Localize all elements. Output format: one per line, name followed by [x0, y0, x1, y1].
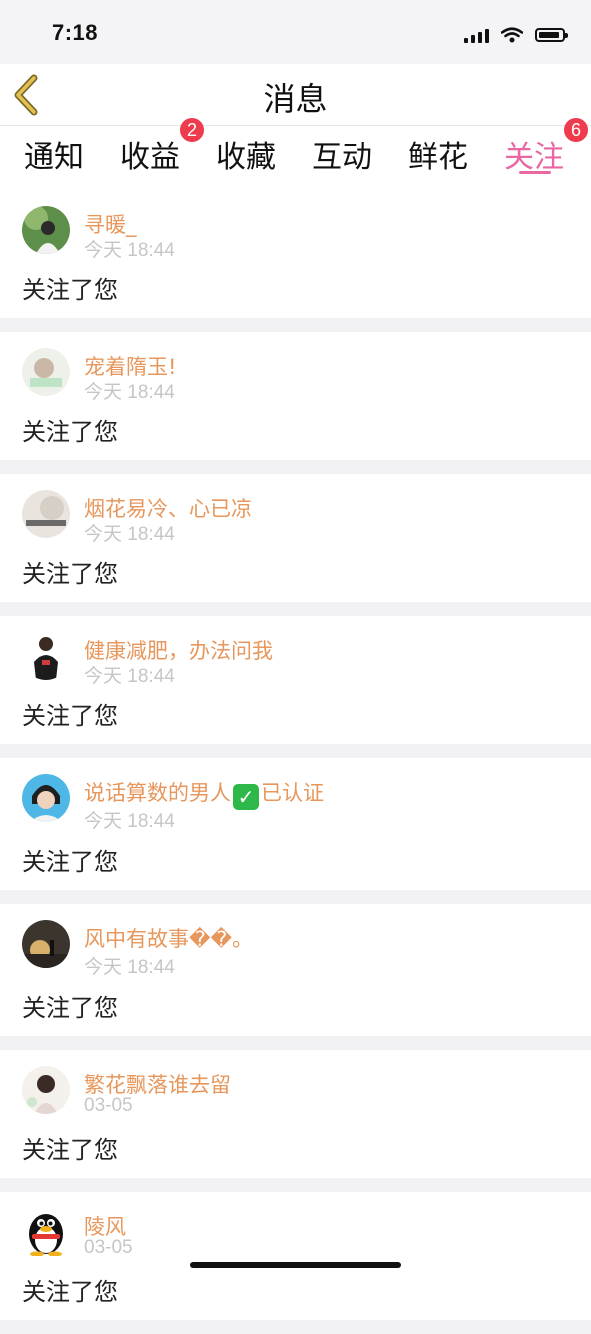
timestamp: 今天 18:44	[84, 957, 175, 978]
timestamp: 今天 18:44	[84, 666, 175, 687]
battery-icon	[535, 28, 568, 42]
wifi-icon	[501, 27, 523, 43]
active-tab-indicator	[519, 171, 551, 174]
page-title: 消息	[263, 80, 328, 118]
avatar[interactable]	[22, 920, 70, 968]
tab-bar: 通知 收益 2 收藏 互动 鲜花 关注 6	[0, 118, 591, 190]
avatar[interactable]	[22, 206, 70, 254]
penguin-avatar-icon	[29, 1214, 63, 1256]
timestamp: 03-05	[84, 1237, 133, 1258]
list-item[interactable]: 繁花飘落谁去留 03-05 关注了您	[0, 1050, 591, 1178]
list-item[interactable]: 风中有故事��。 今天 18:44 关注了您	[0, 904, 591, 1036]
action-text: 关注了您	[22, 702, 118, 730]
earnings-badge: 2	[180, 118, 204, 142]
avatar[interactable]	[22, 1066, 70, 1114]
avatar[interactable]	[22, 1208, 70, 1256]
tab-earnings[interactable]: 收益	[120, 132, 180, 176]
action-text: 关注了您	[22, 848, 118, 876]
username[interactable]: 风中有故事��。	[84, 923, 253, 953]
tab-interactions[interactable]: 互动	[312, 132, 372, 176]
action-text: 关注了您	[22, 1278, 118, 1306]
status-time: 7:18	[52, 20, 99, 45]
list-item[interactable]: 健康减肥，办法问我 今天 18:44 关注了您	[0, 616, 591, 744]
verified-label: 已认证	[261, 781, 324, 805]
tab-flowers[interactable]: 鲜花	[408, 132, 468, 176]
tab-notifications[interactable]: 通知	[24, 132, 84, 176]
tab-follows[interactable]: 关注	[504, 132, 564, 176]
timestamp: 今天 18:44	[84, 524, 175, 545]
avatar[interactable]	[22, 348, 70, 396]
avatar[interactable]	[22, 632, 70, 680]
timestamp: 今天 18:44	[84, 811, 175, 832]
nav-bar: 消息	[0, 64, 591, 126]
cellular-signal-icon	[464, 27, 489, 43]
tab-favorites[interactable]: 收藏	[216, 132, 276, 176]
action-text: 关注了您	[22, 418, 118, 446]
follow-list: 寻暖_ 今天 18:44 关注了您 宠着隋玉! 今天 18:44 关注了您 烟花…	[0, 190, 591, 1334]
follows-badge: 6	[564, 118, 588, 142]
status-icons	[464, 24, 568, 46]
timestamp: 今天 18:44	[84, 382, 175, 403]
home-indicator[interactable]	[190, 1262, 401, 1268]
action-text: 关注了您	[22, 276, 118, 304]
action-text: 关注了您	[22, 1136, 118, 1164]
status-bar: 7:18	[0, 0, 591, 64]
list-item[interactable]: 寻暖_ 今天 18:44 关注了您	[0, 190, 591, 318]
list-item[interactable]: 陵风 03-05 关注了您	[0, 1192, 591, 1320]
timestamp: 03-05	[84, 1095, 133, 1116]
action-text: 关注了您	[22, 560, 118, 588]
avatar[interactable]	[22, 774, 70, 822]
list-item[interactable]: 宠着隋玉! 今天 18:44 关注了您	[0, 332, 591, 460]
action-text: 关注了您	[22, 994, 118, 1022]
check-mark-icon: ✓	[233, 784, 259, 810]
list-item[interactable]: 烟花易冷、心已凉 今天 18:44 关注了您	[0, 474, 591, 602]
list-item[interactable]: 说话算数的男人 ✓ 已认证 今天 18:44 关注了您	[0, 758, 591, 890]
timestamp: 今天 18:44	[84, 240, 175, 261]
avatar[interactable]	[22, 490, 70, 538]
username-text: 说话算数的男人	[84, 781, 231, 805]
